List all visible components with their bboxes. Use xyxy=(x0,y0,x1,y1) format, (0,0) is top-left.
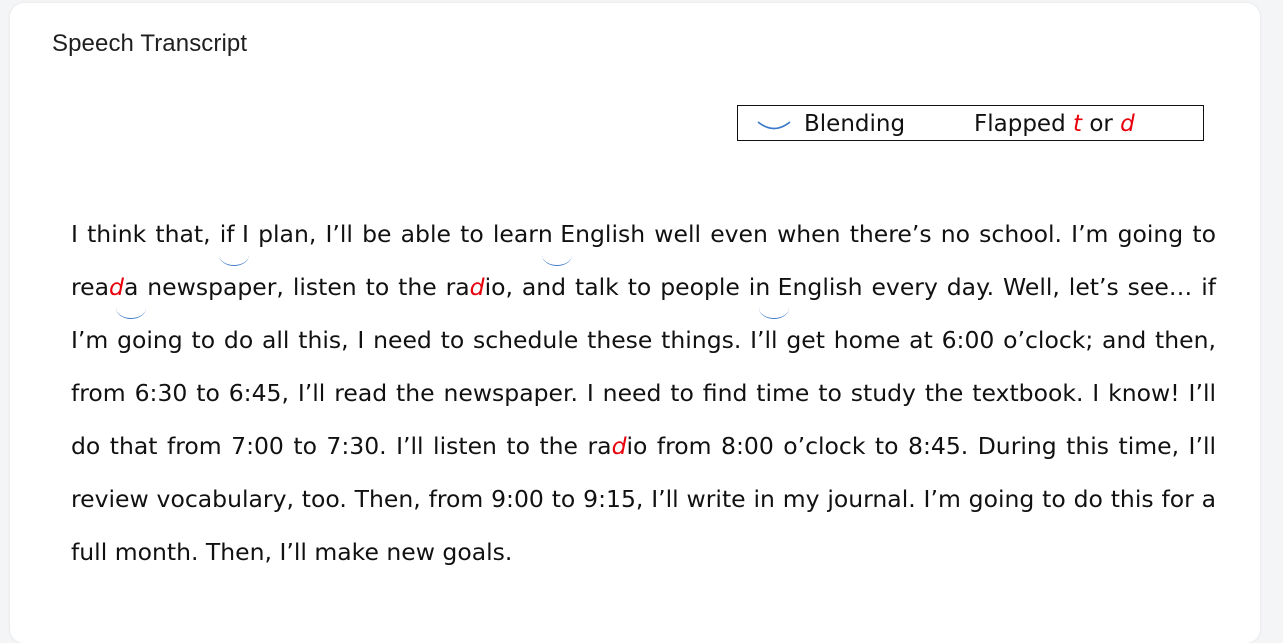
flapped-d-mark: d xyxy=(109,273,124,301)
blend-mark: n E xyxy=(538,208,575,266)
legend-flapped-label: Flapped t or d xyxy=(974,111,1135,137)
transcript-card: Speech Transcript Blending Flapped t or … xyxy=(10,3,1260,643)
blending-arc-icon xyxy=(757,121,791,130)
legend-flapped-t: t xyxy=(1072,111,1083,137)
transcript-text: io, and talk to people i xyxy=(484,273,756,301)
card-title: Speech Transcript xyxy=(52,30,248,57)
flapped-d-mark: d xyxy=(469,273,485,301)
legend-flapped-or: or xyxy=(1082,111,1121,137)
legend-flapped-prefix: Flapped xyxy=(974,111,1073,137)
flapped-d-mark: d xyxy=(611,432,627,460)
legend-blending-label: Blending xyxy=(804,111,906,137)
blend-mark: a xyxy=(115,261,147,319)
transcript-text: newspaper, listen to the ra xyxy=(138,273,470,301)
transcript-paragraph: I think that, if I plan, I’ll be able to… xyxy=(71,208,1216,579)
transcript-text: plan, I’ll be able to lear xyxy=(248,220,538,248)
blend-mark: if I xyxy=(219,208,250,266)
blend-mark: n E xyxy=(755,261,793,319)
transcript-text: I think that, xyxy=(71,220,220,248)
legend-box: Blending Flapped t or d xyxy=(737,105,1204,141)
legend-flapped-d: d xyxy=(1120,111,1135,137)
